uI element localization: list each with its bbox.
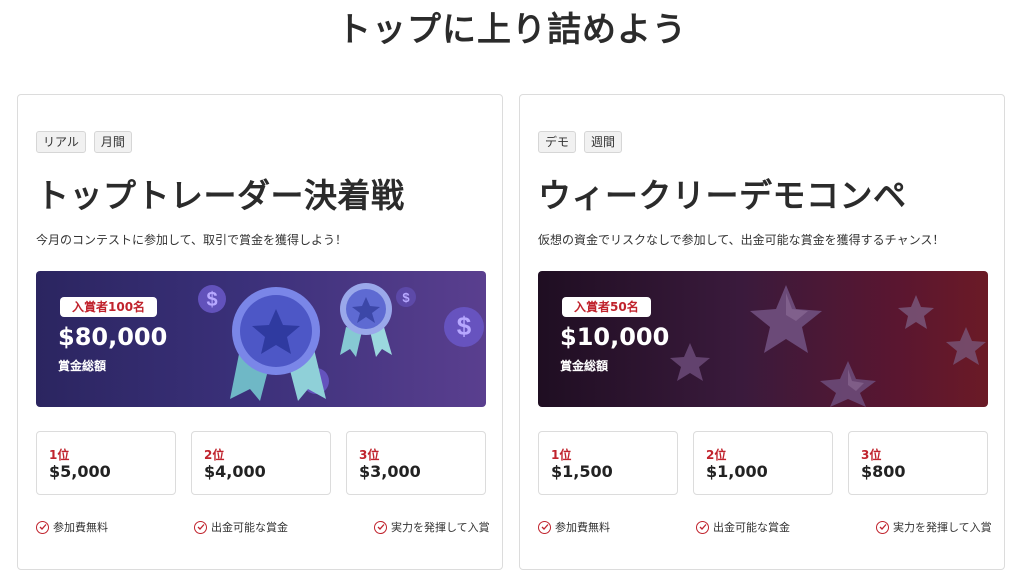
rank-2-box: 2位 $1,000 [693, 431, 833, 495]
card-description: 仮想の資金でリスクなしで参加して、出金可能な賞金を獲得するチャンス！ [538, 233, 945, 247]
check-circle-icon [36, 520, 49, 534]
rank-1-box: 1位 $5,000 [36, 431, 176, 495]
rank-prize: $1,000 [706, 462, 768, 481]
rank-place: 1位 [49, 448, 70, 462]
winners-badge: 入賞者100名 [60, 297, 158, 317]
feature-item: 出金可能な賞金 [696, 519, 790, 535]
rank-3-box: 3位 $800 [848, 431, 988, 495]
rank-3-box: 3位 $3,000 [346, 431, 486, 495]
card-title: ウィークリーデモコンペ [538, 176, 907, 215]
rank-place: 3位 [359, 448, 380, 462]
feature-item: 出金可能な賞金 [194, 519, 288, 535]
svg-text:$: $ [206, 289, 217, 311]
feature-label: 出金可能な賞金 [713, 521, 790, 534]
card-description: 今月のコンテストに参加して、取引で賞金を獲得しよう！ [36, 233, 348, 247]
check-circle-icon [374, 520, 387, 534]
tag-period: 週間 [584, 131, 623, 153]
feature-item: 参加費無料 [538, 519, 610, 535]
prize-banner: 入賞者50名 $10,000 賞金総額 [538, 271, 988, 407]
check-circle-icon [194, 520, 207, 534]
tag-list: リアル 月間 [36, 131, 132, 153]
rank-prize: $1,500 [551, 462, 613, 481]
rank-2-box: 2位 $4,000 [191, 431, 331, 495]
rank-prize: $3,000 [359, 462, 421, 481]
feature-label: 参加費無料 [555, 521, 610, 534]
check-circle-icon [696, 520, 709, 534]
feature-item: 参加費無料 [36, 519, 108, 535]
total-prize-amount: $10,000 [560, 323, 670, 351]
prize-banner: $ $ $ $ 入賞者100名 $80,000 賞金総額 [36, 271, 486, 407]
check-circle-icon [876, 520, 889, 534]
feature-list: 参加費無料 出金可能な賞金 実力を発揮して入賞 [36, 519, 490, 535]
tag-list: デモ 週間 [538, 131, 623, 153]
feature-item: 実力を発揮して入賞 [876, 519, 992, 535]
tag-account-type: リアル [36, 131, 86, 153]
total-prize-label: 賞金総額 [560, 359, 609, 373]
rank-1-box: 1位 $1,500 [538, 431, 678, 495]
total-prize-label: 賞金総額 [58, 359, 107, 373]
feature-label: 実力を発揮して入賞 [893, 521, 992, 534]
total-prize-amount: $80,000 [58, 323, 168, 351]
feature-item: 実力を発揮して入賞 [374, 519, 490, 535]
winners-badge: 入賞者50名 [562, 297, 651, 317]
check-circle-icon [538, 520, 551, 534]
feature-label: 出金可能な賞金 [211, 521, 288, 534]
contest-card-top-trader[interactable]: リアル 月間 トップトレーダー決着戦 今月のコンテストに参加して、取引で賞金を獲… [17, 94, 503, 570]
feature-list: 参加費無料 出金可能な賞金 実力を発揮して入賞 [538, 519, 992, 535]
rank-prizes: 1位 $1,500 2位 $1,000 3位 $800 [538, 431, 988, 495]
feature-label: 参加費無料 [53, 521, 108, 534]
page-title: トップに上り詰めよう [337, 10, 687, 50]
rank-place: 3位 [861, 448, 882, 462]
card-title: トップトレーダー決着戦 [36, 176, 405, 215]
rank-prize: $5,000 [49, 462, 111, 481]
tag-account-type: デモ [538, 131, 577, 153]
contest-card-weekly-demo[interactable]: デモ 週間 ウィークリーデモコンペ 仮想の資金でリスクなしで参加して、出金可能な… [519, 94, 1005, 570]
svg-text:$: $ [457, 311, 472, 341]
rank-place: 1位 [551, 448, 572, 462]
feature-label: 実力を発揮して入賞 [391, 521, 490, 534]
rank-prize: $4,000 [204, 462, 266, 481]
svg-text:$: $ [402, 290, 410, 305]
tag-period: 月間 [93, 131, 132, 153]
rank-place: 2位 [204, 448, 225, 462]
rank-prize: $800 [861, 462, 906, 481]
rank-place: 2位 [706, 448, 727, 462]
rank-prizes: 1位 $5,000 2位 $4,000 3位 $3,000 [36, 431, 486, 495]
